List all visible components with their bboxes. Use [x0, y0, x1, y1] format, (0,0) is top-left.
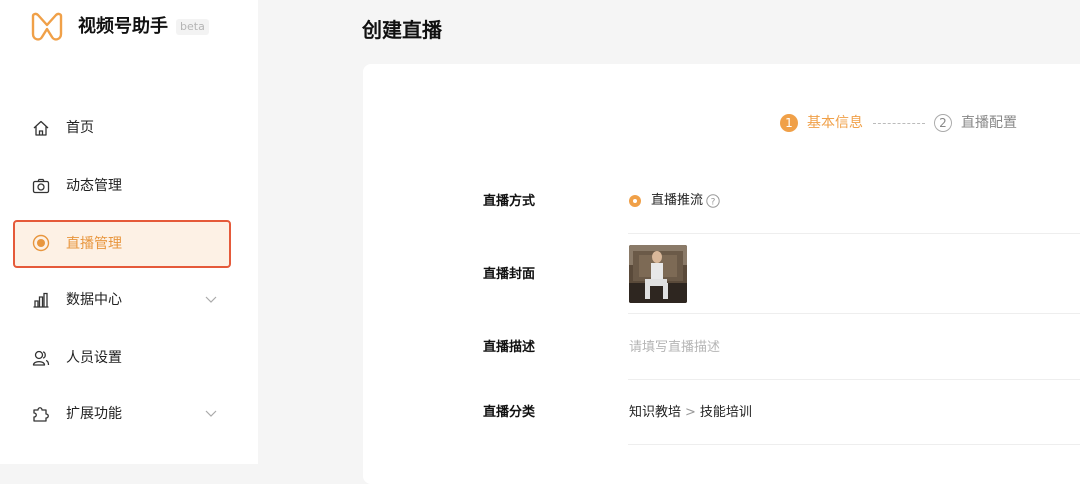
sidebar-item-label: 首页: [66, 120, 94, 136]
sidebar-item-data[interactable]: 数据中心: [0, 278, 258, 322]
cover-image[interactable]: [629, 245, 687, 303]
sidebar-item-members[interactable]: 人员设置: [0, 336, 258, 380]
row-divider: [628, 444, 1080, 445]
mode-radio[interactable]: [629, 195, 641, 207]
page-title: 创建直播: [362, 18, 442, 42]
step-label: 直播配置: [961, 115, 1017, 131]
help-icon[interactable]: ?: [706, 194, 720, 208]
desc-label: 直播描述: [483, 340, 536, 355]
app-title: 视频号助手: [78, 16, 168, 37]
live-icon: [32, 234, 50, 252]
chevron-down-icon: [205, 410, 217, 417]
svg-text:?: ?: [711, 197, 716, 207]
category-separator: >: [685, 405, 696, 420]
desc-input[interactable]: 请填写直播描述: [629, 339, 720, 357]
sidebar-item-posts[interactable]: 动态管理: [0, 164, 258, 208]
row-divider: [628, 313, 1080, 314]
sidebar-item-extensions[interactable]: 扩展功能: [0, 392, 258, 436]
category-label: 直播分类: [483, 405, 536, 420]
step-connector: [873, 123, 925, 124]
sidebar-item-label: 数据中心: [66, 292, 122, 308]
category-parent: 知识教培: [629, 405, 682, 420]
step-label: 基本信息: [807, 115, 863, 131]
camera-icon: [32, 178, 50, 194]
row-divider: [628, 233, 1080, 234]
mode-radio-label[interactable]: 直播推流: [651, 192, 703, 210]
home-icon: [33, 120, 49, 136]
category-select[interactable]: 知识教培 > 技能培训: [629, 404, 752, 422]
row-divider: [628, 379, 1080, 380]
sidebar-item-live[interactable]: 直播管理: [0, 220, 258, 268]
sidebar-item-label: 动态管理: [66, 178, 122, 194]
sidebar: 视频号助手 beta 首页 动态管理 直播管理 数据中心 人员设置 扩展功能: [0, 0, 258, 464]
users-icon: [32, 350, 50, 366]
chevron-down-icon: [205, 296, 217, 303]
puzzle-icon: [33, 407, 49, 422]
step-number: 2: [934, 114, 952, 132]
mode-label: 直播方式: [483, 194, 536, 209]
sidebar-item-label: 人员设置: [66, 350, 122, 366]
step-number: 1: [780, 114, 798, 132]
chart-icon: [33, 292, 49, 308]
cover-label: 直播封面: [483, 267, 536, 282]
logo-icon: [31, 12, 63, 41]
sidebar-item-label: 扩展功能: [66, 406, 122, 422]
category-child: 技能培训: [699, 405, 752, 420]
sidebar-item-label: 直播管理: [66, 236, 122, 252]
beta-badge: beta: [176, 19, 209, 35]
sidebar-item-home[interactable]: 首页: [0, 106, 258, 150]
